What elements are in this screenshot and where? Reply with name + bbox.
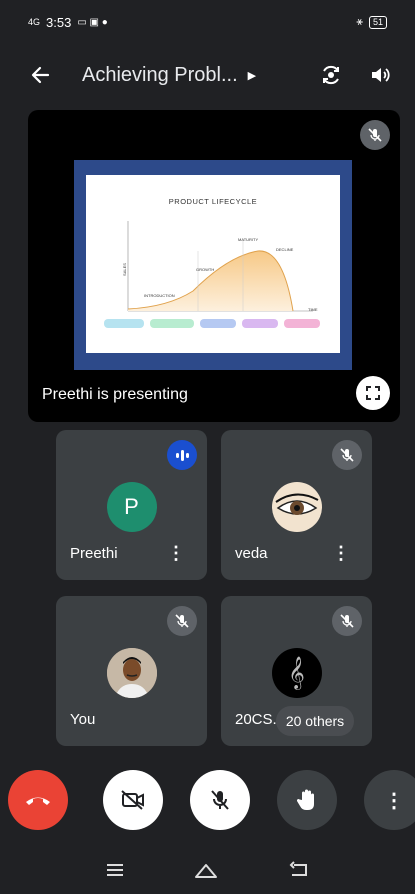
meeting-title[interactable]: Achieving Probl... (82, 64, 238, 87)
system-nav-bar (0, 850, 415, 894)
stage-label-decline: DECLINE (276, 247, 294, 252)
presentation-panel[interactable]: PRODUCT LIFECYCLE INTRODUCTION GROWTH MA… (28, 110, 400, 422)
mic-off-icon (360, 120, 390, 150)
recents-icon[interactable] (105, 862, 125, 883)
battery-indicator: 51 (368, 15, 387, 29)
shared-screen: PRODUCT LIFECYCLE INTRODUCTION GROWTH MA… (74, 160, 352, 370)
end-call-button[interactable] (8, 770, 68, 830)
raise-hand-button[interactable] (277, 770, 337, 830)
switch-camera-icon[interactable] (319, 63, 343, 87)
notification-icons: ▭ ▣ ● (77, 16, 108, 28)
avatar: P (106, 482, 157, 532)
stage-label-introduction: INTRODUCTION (144, 293, 175, 298)
network-icon: ⚹ (356, 15, 363, 28)
mic-toggle-button[interactable] (190, 770, 250, 830)
participant-name: You (70, 711, 96, 728)
meeting-header: Achieving Probl... ▶ (0, 52, 415, 98)
fullscreen-button[interactable] (356, 376, 390, 410)
profile-photo (106, 648, 157, 698)
fullscreen-icon (366, 386, 380, 400)
participant-tile-veda[interactable]: veda ⋮ (221, 430, 372, 580)
call-controls: ⋮ (0, 770, 415, 832)
axis-label-time: TIME (308, 307, 318, 312)
muted-indicator (167, 606, 197, 636)
presenting-caption: Preethi is presenting (42, 386, 188, 403)
status-time: 3:53 (46, 14, 72, 30)
presentation-mute-badge (360, 120, 390, 150)
treble-clef-icon: 𝄞 (288, 656, 305, 689)
participant-tile-you[interactable]: You (56, 596, 207, 746)
audio-wave-icon (167, 440, 197, 470)
stage-label-growth: GROWTH (196, 267, 215, 272)
muted-indicator (332, 606, 362, 636)
speaker-icon[interactable] (369, 64, 391, 86)
participant-tile-preethi[interactable]: P Preethi ⋮ (56, 430, 207, 580)
video-off-icon (121, 790, 144, 810)
back-arrow-icon[interactable] (30, 65, 50, 85)
avatar: 𝄞 (271, 648, 322, 698)
more-options-icon[interactable]: ⋮ (167, 543, 185, 564)
more-vert-icon: ⋮ (384, 789, 404, 812)
mic-off-icon (211, 790, 229, 810)
stage-label-maturity: MATURITY (238, 237, 259, 242)
mic-off-icon (167, 606, 197, 636)
home-icon[interactable] (194, 861, 218, 884)
signal-indicator: 4G (28, 17, 41, 27)
camera-toggle-button[interactable] (103, 770, 163, 830)
more-options-icon[interactable]: ⋮ (332, 543, 350, 564)
slide-title: PRODUCT LIFECYCLE (168, 197, 258, 206)
mic-off-icon (332, 440, 362, 470)
eye-avatar-image (274, 493, 318, 515)
speaking-indicator (167, 440, 197, 470)
muted-indicator (332, 440, 362, 470)
mic-off-icon (332, 606, 362, 636)
end-call-icon (26, 797, 50, 805)
more-options-button[interactable]: ⋮ (364, 770, 415, 830)
hand-icon (296, 789, 314, 810)
status-bar: 4G 3:53 ▭ ▣ ● ⚹ 51 (0, 0, 415, 44)
participant-name: veda (235, 545, 268, 562)
axis-label-sales: SALES (121, 263, 127, 276)
participant-name: Preethi (70, 545, 118, 562)
back-nav-icon[interactable] (288, 860, 310, 884)
title-expand-icon[interactable]: ▶ (248, 69, 256, 82)
slide: PRODUCT LIFECYCLE INTRODUCTION GROWTH MA… (86, 175, 340, 353)
avatar (271, 482, 322, 532)
avatar-initial: P (124, 494, 139, 519)
avatar (106, 648, 157, 698)
lifecycle-chart (104, 221, 320, 328)
others-count-badge[interactable]: 20 others (276, 706, 354, 736)
